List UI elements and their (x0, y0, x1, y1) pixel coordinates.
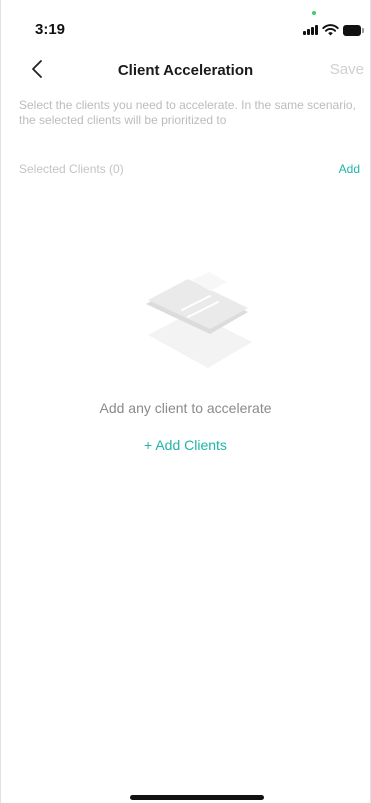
add-button[interactable]: Add (339, 162, 360, 176)
navigation-bar: Client Acceleration Save (1, 50, 370, 90)
selected-clients-label: Selected Clients (0) (19, 162, 124, 176)
empty-list-illustration (146, 272, 252, 368)
camera-indicator-icon (312, 11, 316, 15)
page-title: Client Acceleration (117, 62, 254, 79)
status-bar: 3:19 (1, 0, 370, 48)
battery-icon (343, 25, 365, 36)
wifi-icon (322, 24, 339, 36)
selected-clients-header: Selected Clients (0) Add (19, 162, 360, 180)
status-time: 3:19 (35, 21, 66, 38)
add-clients-button[interactable]: + Add Clients (1, 437, 370, 453)
page-description: Select the clients you need to accelerat… (19, 98, 356, 127)
empty-state-message: Add any client to accelerate (99, 400, 272, 416)
cellular-signal-icon (303, 25, 319, 35)
save-button[interactable]: Save (330, 61, 364, 78)
home-indicator[interactable] (130, 795, 264, 800)
app-screen: 3:19 Client Acceleration Save Select the… (0, 0, 371, 803)
